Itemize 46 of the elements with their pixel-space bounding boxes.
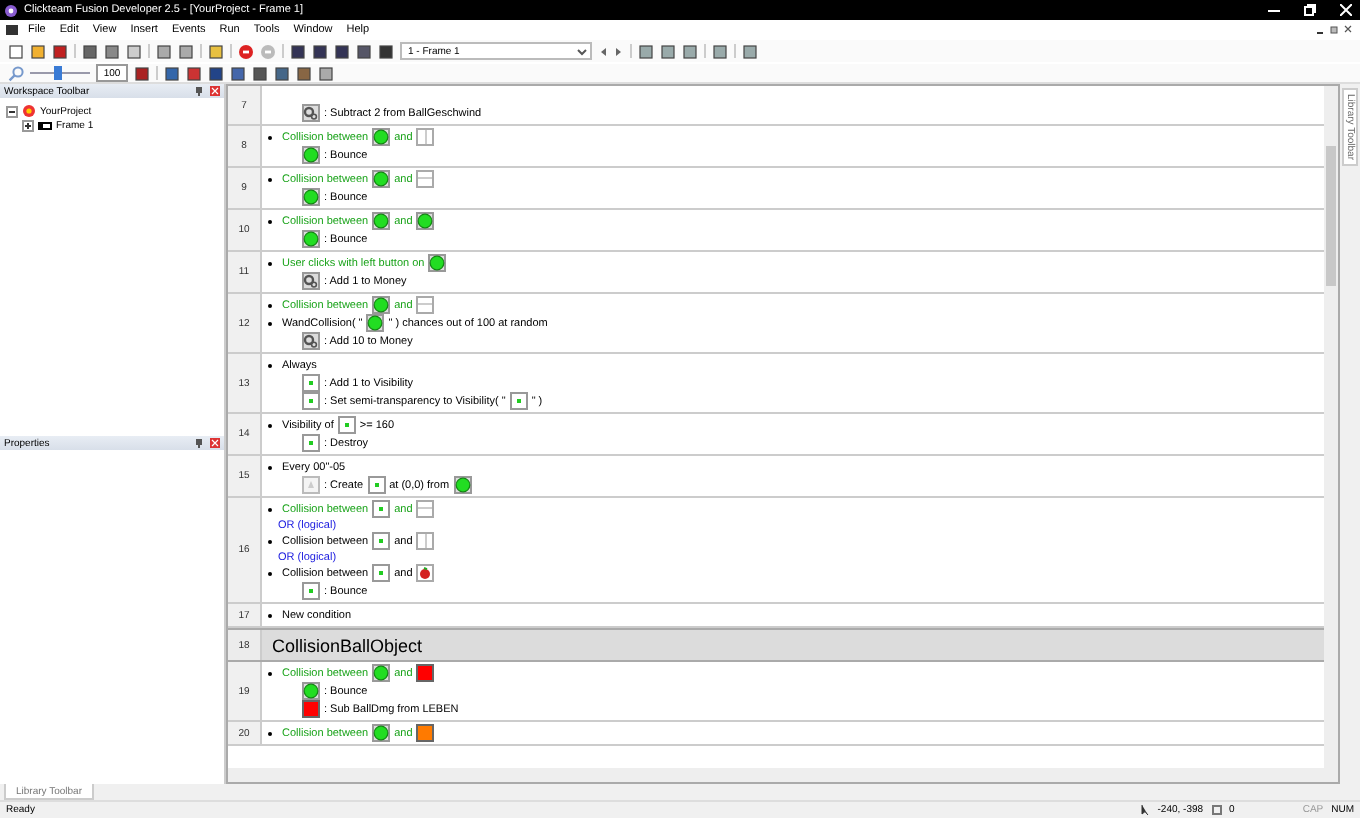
caret-icon[interactable]	[576, 45, 588, 57]
ball-icon[interactable]	[372, 724, 391, 742]
object-icon[interactable]	[372, 532, 391, 550]
object-icon[interactable]	[302, 392, 320, 410]
scrollbar[interactable]	[228, 768, 1338, 782]
ball-icon[interactable]	[416, 212, 435, 230]
fruit-icon[interactable]	[416, 564, 435, 582]
run-icon[interactable]	[238, 43, 254, 59]
ball-icon[interactable]	[302, 188, 320, 206]
objects-icon	[1211, 804, 1222, 816]
ball-icon[interactable]	[372, 296, 391, 314]
ball-icon[interactable]	[372, 664, 391, 682]
object-icon[interactable]	[337, 416, 356, 434]
ball-icon[interactable]	[372, 128, 391, 146]
ball-icon[interactable]	[302, 230, 320, 248]
ball-icon[interactable]	[428, 254, 447, 272]
block-icon[interactable]	[416, 724, 435, 742]
pin-icon[interactable]	[194, 438, 204, 448]
object-icon[interactable]	[302, 374, 320, 392]
collapse-icon[interactable]	[6, 105, 18, 117]
close-icon[interactable]	[1344, 24, 1352, 34]
ball-icon[interactable]	[302, 146, 320, 164]
object-icon[interactable]	[372, 564, 391, 582]
frame-icon	[38, 119, 52, 131]
object-icon[interactable]	[367, 476, 386, 494]
pin-icon[interactable]	[194, 86, 204, 96]
zoom-slider[interactable]	[30, 66, 90, 80]
next-icon[interactable]	[614, 45, 624, 57]
ball-icon[interactable]	[302, 682, 320, 700]
project-icon	[22, 104, 36, 118]
object-icon[interactable]	[509, 392, 528, 410]
ball-icon[interactable]	[372, 170, 391, 188]
ball-icon[interactable]	[366, 314, 385, 332]
zoom-icon[interactable]	[8, 65, 24, 81]
ball-icon[interactable]	[372, 212, 391, 230]
ball-icon[interactable]	[453, 476, 472, 494]
block-icon[interactable]	[416, 664, 435, 682]
previous-icon[interactable]	[598, 45, 608, 57]
expand-icon[interactable]	[22, 119, 34, 131]
object-icon[interactable]	[372, 500, 391, 518]
scrollbar[interactable]	[1324, 86, 1338, 768]
cursor-icon	[1139, 804, 1150, 816]
minimize-icon[interactable]	[1268, 4, 1280, 16]
object-icon[interactable]	[302, 434, 320, 452]
object-icon[interactable]	[302, 582, 320, 600]
filled-square-icon[interactable]	[712, 43, 728, 59]
